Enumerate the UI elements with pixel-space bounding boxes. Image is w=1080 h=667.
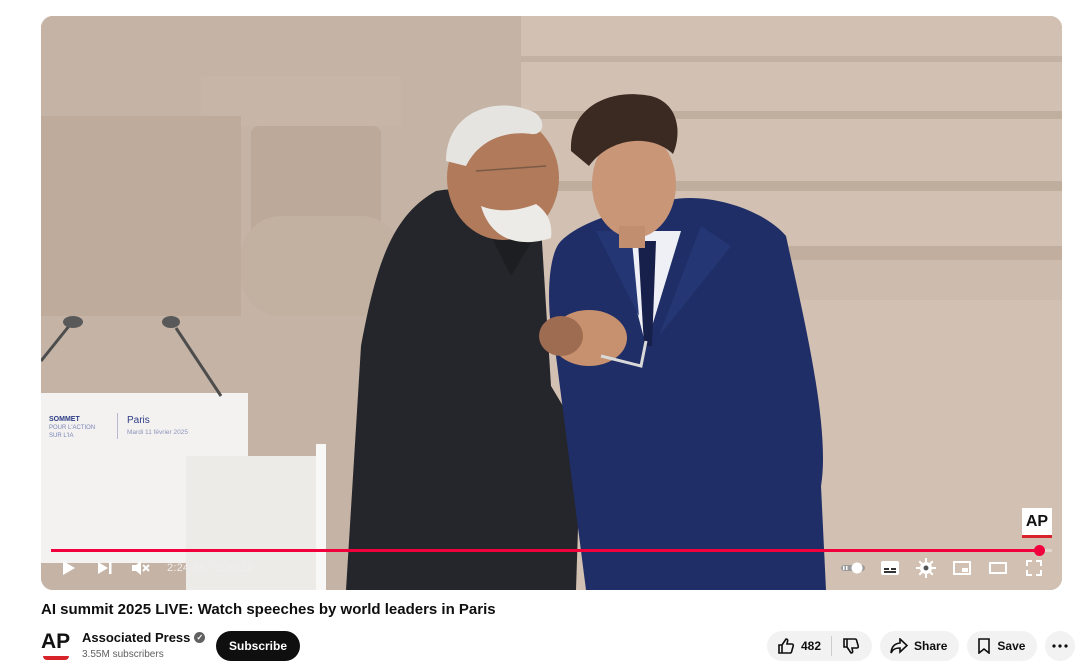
thumbs-up-icon xyxy=(778,638,795,654)
like-count: 482 xyxy=(801,639,822,653)
save-label: Save xyxy=(997,639,1026,653)
svg-text:SOMMET: SOMMET xyxy=(49,416,80,423)
settings-icon[interactable] xyxy=(908,550,944,586)
miniplayer-icon[interactable] xyxy=(944,550,980,586)
like-button[interactable]: 482 xyxy=(767,631,831,661)
more-actions-button[interactable] xyxy=(1045,631,1076,661)
share-button[interactable]: Share xyxy=(880,631,960,661)
subscribe-button[interactable]: Subscribe xyxy=(216,631,301,661)
channel-logo-underline xyxy=(43,656,69,660)
thumbs-down-icon xyxy=(843,638,860,654)
autoplay-toggle-icon[interactable] xyxy=(836,550,872,586)
video-actions: 482 Share Save xyxy=(767,631,1076,661)
share-icon xyxy=(890,638,909,654)
channel-watermark[interactable]: AP xyxy=(1022,508,1052,538)
verified-icon: ✓ xyxy=(194,632,206,643)
channel-name-text[interactable]: Associated Press xyxy=(82,630,190,645)
play-icon[interactable] xyxy=(51,550,87,586)
more-icon xyxy=(1052,644,1069,648)
bookmark-icon xyxy=(978,638,991,654)
svg-text:SUR L'IA: SUR L'IA xyxy=(49,433,74,439)
subscriber-count: 3.55M subscribers xyxy=(82,649,164,660)
like-dislike-group: 482 xyxy=(767,631,873,661)
share-label: Share xyxy=(914,639,948,653)
channel-logo-text: AP xyxy=(41,630,71,653)
video-frame: SOMMET POUR L'ACTION SUR L'IA Paris Mard… xyxy=(41,16,1062,590)
svg-text:POUR L'ACTION: POUR L'ACTION xyxy=(49,425,95,431)
player-controls: 2:24:34 / 2:30:22 xyxy=(41,546,1062,590)
channel-name[interactable]: Associated Press ✓ xyxy=(82,630,206,645)
video-player[interactable]: SOMMET POUR L'ACTION SUR L'IA Paris Mard… xyxy=(41,16,1062,590)
theater-icon[interactable] xyxy=(980,550,1016,586)
fullscreen-icon[interactable] xyxy=(1016,550,1052,586)
next-icon[interactable] xyxy=(87,550,123,586)
video-title: AI summit 2025 LIVE: Watch speeches by w… xyxy=(41,601,496,618)
svg-text:Paris: Paris xyxy=(127,415,150,426)
save-button[interactable]: Save xyxy=(967,631,1038,661)
svg-text:Mardi 11 février 2025: Mardi 11 février 2025 xyxy=(127,429,188,436)
channel-avatar[interactable]: AP xyxy=(41,631,73,663)
mute-icon[interactable] xyxy=(123,550,159,586)
subtitles-icon[interactable] xyxy=(872,550,908,586)
time-display: 2:24:34 / 2:30:22 xyxy=(167,562,253,574)
dislike-button[interactable] xyxy=(832,631,872,661)
